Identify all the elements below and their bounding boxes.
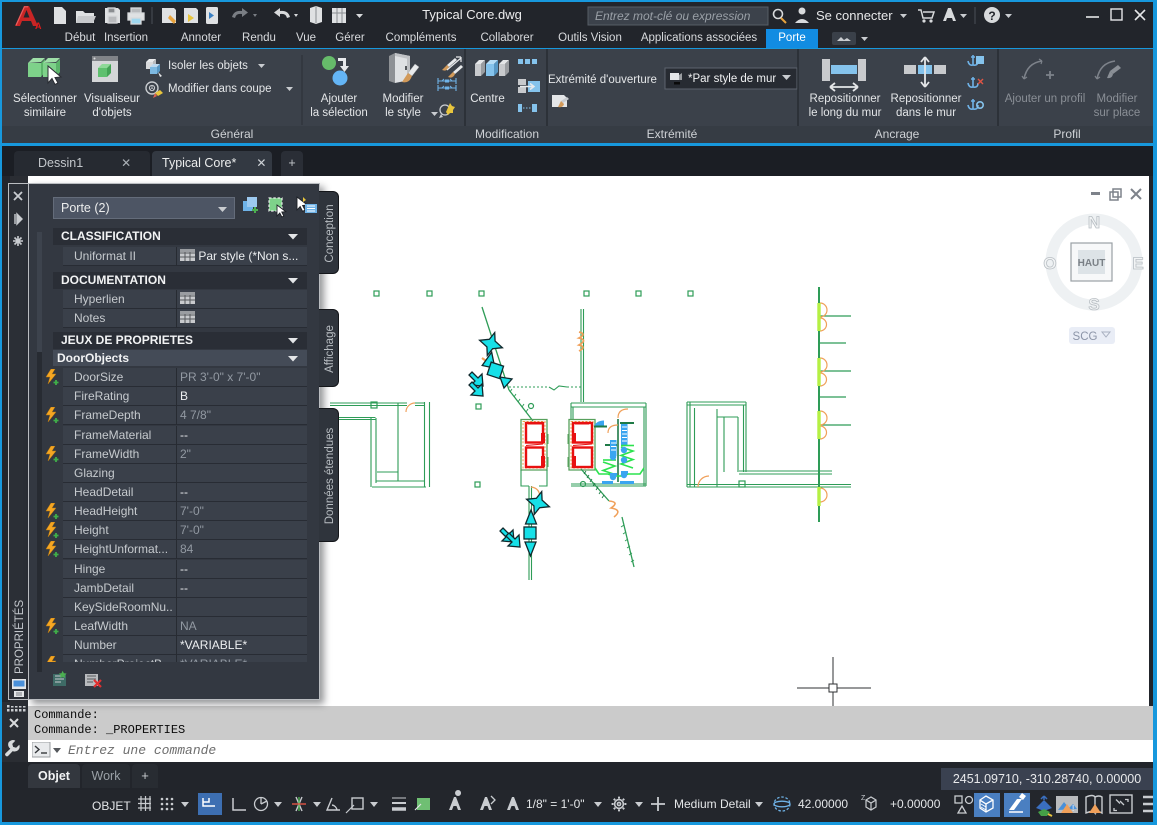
svg-text:Typical Core.dwg: Typical Core.dwg (422, 7, 522, 22)
svg-text:!: ! (1072, 804, 1074, 813)
svg-text:S: S (1088, 295, 1099, 314)
svg-text:Z: Z (861, 795, 866, 802)
svg-text:HAUT: HAUT (1078, 258, 1106, 269)
svg-text:N: N (1088, 213, 1100, 232)
svg-text:O: O (1043, 254, 1056, 273)
svg-text:SCG: SCG (1073, 331, 1098, 343)
svg-text:Modifier dans coupe: Modifier dans coupe (168, 83, 272, 95)
svg-text:42.00000: 42.00000 (798, 797, 848, 811)
svg-text:A: A (150, 87, 154, 93)
svg-text:OBJET: OBJET (92, 799, 131, 813)
svg-text:Isoler les objets: Isoler les objets (168, 60, 248, 72)
svg-text:*Par style de mur: *Par style de mur (688, 73, 776, 85)
svg-text:Se connecter: Se connecter (816, 8, 893, 23)
svg-text:+0.00000: +0.00000 (890, 797, 941, 811)
svg-text:Entrez mot-clé ou expression: Entrez mot-clé ou expression (595, 9, 751, 23)
svg-text:1/8" = 1'-0": 1/8" = 1'-0" (526, 797, 585, 811)
svg-text:E: E (1132, 254, 1143, 273)
svg-text:PROPRIÉTÉS: PROPRIÉTÉS (13, 600, 26, 674)
svg-text:Medium Detail: Medium Detail (674, 797, 751, 811)
svg-text:A: A (35, 21, 42, 29)
svg-text:Extrémité d'ouverture: Extrémité d'ouverture (548, 74, 657, 86)
svg-text:?: ? (988, 9, 995, 23)
